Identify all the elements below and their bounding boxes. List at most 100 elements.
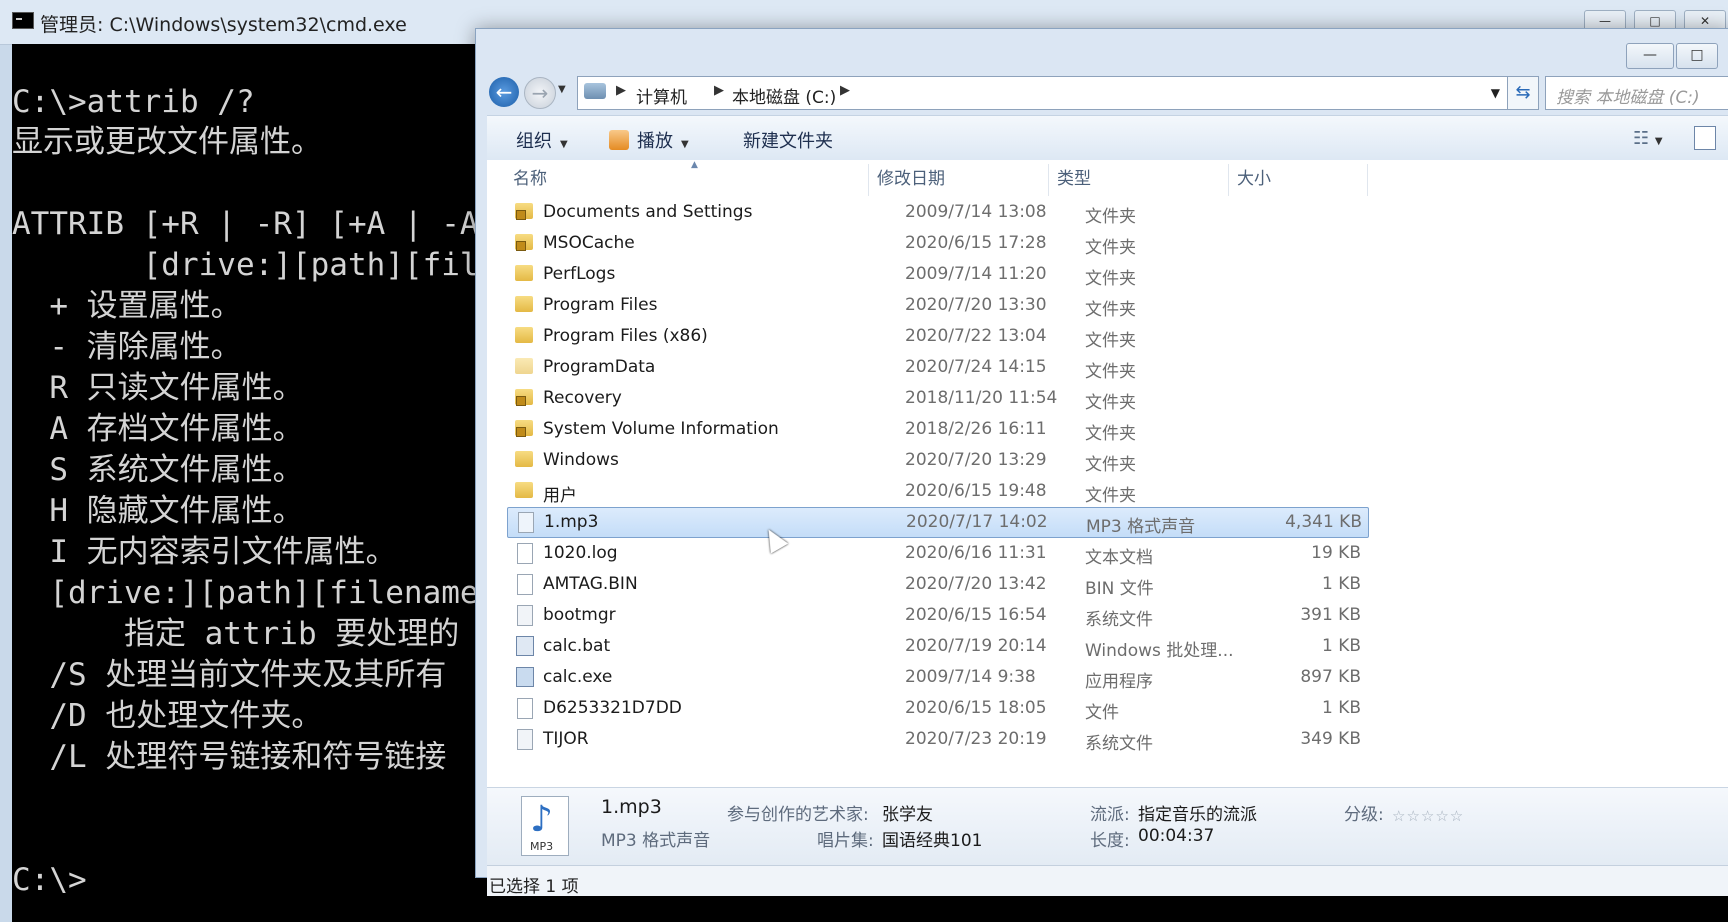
file-type: 文件夹 (1085, 424, 1136, 444)
file-date: 2009/7/14 11:20 (905, 264, 1047, 284)
file-name: bootmgr (543, 605, 616, 625)
file-row-selected[interactable]: 1.mp3 2020/7/17 14:02 MP3 格式声音 4,341 KB (507, 507, 1369, 538)
status-text: 已选择 1 项 (489, 877, 579, 897)
column-header-size[interactable]: 大小 (1237, 164, 1271, 194)
file-row[interactable]: Recovery 2018/11/20 11:54 文件夹 (507, 384, 1367, 413)
file-date: 2020/6/15 17:28 (905, 233, 1047, 253)
column-header-type[interactable]: 类型 (1057, 164, 1091, 194)
folder-icon (515, 327, 533, 343)
chevron-down-icon: ▼ (560, 139, 568, 150)
file-type: MP3 格式声音 (1086, 517, 1196, 537)
organize-button[interactable]: 组织 ▼ (516, 127, 568, 153)
cmd-line: ATTRIB [+R | -R] [+A | -A (12, 206, 479, 242)
details-artist-label: 参与创作的艺术家: (727, 805, 869, 825)
file-type: 文件 (1085, 703, 1119, 723)
file-row[interactable]: 1020.log 2020/6/16 11:31 文本文档 19 KB (507, 539, 1367, 568)
text-file-icon (517, 543, 533, 564)
recent-pages-chevron-icon[interactable]: ▼ (558, 84, 566, 95)
preview-pane-icon[interactable] (1694, 126, 1716, 150)
file-row[interactable]: ProgramData 2020/7/24 14:15 文件夹 (507, 353, 1367, 382)
breadcrumb-computer[interactable]: 计算机 (636, 83, 687, 108)
breadcrumb-chevron-icon[interactable]: ▶ (840, 83, 850, 98)
explorer-window[interactable]: — □ ← → ▼ ▶ 计算机 ▶ 本地磁盘 (C:) ▶ ▼ ⇆ 搜索 本地磁… (475, 28, 1728, 897)
file-date: 2020/6/15 18:05 (905, 698, 1047, 718)
folder-icon (515, 296, 533, 312)
new-folder-button[interactable]: 新建文件夹 (743, 127, 833, 153)
file-row[interactable]: AMTAG.BIN 2020/7/20 13:42 BIN 文件 1 KB (507, 570, 1367, 599)
file-size: 1 KB (1321, 636, 1361, 656)
details-filename: 1.mp3 (601, 796, 662, 818)
cmd-line: /D 也处理文件夹。 (12, 698, 323, 734)
file-row[interactable]: D6253321D7DD 2020/6/15 18:05 文件 1 KB (507, 694, 1367, 723)
system-file-icon (517, 729, 533, 750)
explorer-maximize-button[interactable]: □ (1676, 43, 1718, 69)
folder-lock-icon (515, 203, 533, 220)
column-divider[interactable] (1228, 164, 1229, 196)
address-dropdown-icon[interactable]: ▼ (1491, 86, 1500, 100)
details-album[interactable]: 国语经典101 (882, 826, 982, 851)
file-row[interactable]: Program Files (x86) 2020/7/22 13:04 文件夹 (507, 322, 1367, 351)
back-arrow-icon[interactable]: ← (489, 77, 519, 107)
file-size: 1 KB (1321, 574, 1361, 594)
file-date: 2020/7/20 13:29 (905, 450, 1047, 470)
column-divider[interactable] (1048, 164, 1049, 196)
play-button[interactable]: 播放 ▼ (609, 127, 689, 153)
file-row[interactable]: bootmgr 2020/6/15 16:54 系统文件 391 KB (507, 601, 1367, 630)
file-row[interactable]: MSOCache 2020/6/15 17:28 文件夹 (507, 229, 1367, 258)
command-bar: 组织 ▼ 播放 ▼ 新建文件夹 ☷ ▼ (487, 115, 1728, 161)
file-type: 系统文件 (1085, 610, 1153, 630)
file-name: 1.mp3 (544, 512, 599, 532)
details-artist[interactable]: 张学友 (882, 800, 933, 825)
file-row[interactable]: 用户 2020/6/15 19:48 文件夹 (507, 477, 1367, 506)
details-rating-label: 分级: (1344, 805, 1384, 825)
play-label: 播放 (637, 131, 673, 152)
details-filetype: MP3 格式声音 (601, 831, 711, 851)
file-size: 391 KB (1300, 605, 1361, 625)
file-row[interactable]: calc.bat 2020/7/19 20:14 Windows 批处理... 1 K… (507, 632, 1367, 661)
system-file-icon (517, 605, 533, 626)
view-options-icon[interactable]: ☷ ▼ (1633, 128, 1663, 149)
cmd-line: 显示或更改文件属性。 (12, 124, 322, 160)
file-row[interactable]: Documents and Settings 2009/7/14 13:08 文件夹 (507, 198, 1367, 227)
search-input[interactable]: 搜索 本地磁盘 (C:) (1545, 76, 1728, 110)
breadcrumb-chevron-icon[interactable]: ▶ (714, 83, 724, 98)
file-row[interactable]: calc.exe 2009/7/14 9:38 应用程序 897 KB (507, 663, 1367, 692)
play-icon (609, 130, 629, 150)
cmd-line: I 无内容索引文件属性。 (12, 534, 397, 570)
file-type: 文件夹 (1085, 207, 1136, 227)
file-name: System Volume Information (543, 419, 779, 439)
file-size: 897 KB (1300, 667, 1361, 687)
cmd-line: /L 处理符号链接和符号链接 (12, 739, 447, 775)
breadcrumb-local-disk[interactable]: 本地磁盘 (C:) (732, 83, 836, 108)
mp3-file-icon: ♪ MP3 (521, 796, 569, 856)
breadcrumb-chevron-icon[interactable]: ▶ (616, 83, 626, 98)
cmd-line: [drive:][path][file (12, 247, 498, 283)
file-name: PerfLogs (543, 264, 616, 284)
file-name: 1020.log (543, 543, 618, 563)
address-row: ← → ▼ ▶ 计算机 ▶ 本地磁盘 (C:) ▶ ▼ ⇆ 搜索 本地磁盘 (C… (487, 72, 1728, 112)
refresh-icon[interactable]: ⇆ (1507, 76, 1539, 110)
file-row[interactable]: TIJOR 2020/7/23 20:19 系统文件 349 KB (507, 725, 1367, 754)
audio-file-icon (518, 512, 534, 533)
file-row[interactable]: PerfLogs 2009/7/14 11:20 文件夹 (507, 260, 1367, 289)
file-type: 文件夹 (1085, 455, 1136, 475)
cmd-line: A 存档文件属性。 (12, 411, 304, 447)
column-header-name[interactable]: 名称 (513, 164, 547, 194)
file-name: calc.bat (543, 636, 611, 656)
file-type: 文件夹 (1085, 238, 1136, 258)
column-divider[interactable] (868, 164, 869, 196)
cmd-line: S 系统文件属性。 (12, 452, 304, 488)
file-list[interactable]: 名称 ▲ 修改日期 类型 大小 Documents and Settings 20… (487, 160, 1728, 787)
file-row[interactable]: System Volume Information 2018/2/26 16:11… (507, 415, 1367, 444)
cmd-window-title: 管理员: C:\Windows\system32\cmd.exe (40, 14, 407, 36)
details-genre[interactable]: 指定音乐的流派 (1138, 800, 1257, 825)
column-divider[interactable] (1367, 164, 1368, 196)
file-row[interactable]: Program Files 2020/7/20 13:30 文件夹 (507, 291, 1367, 320)
column-header-date[interactable]: 修改日期 (877, 164, 945, 194)
forward-arrow-icon[interactable]: → (524, 77, 556, 109)
file-row[interactable]: Windows 2020/7/20 13:29 文件夹 (507, 446, 1367, 475)
explorer-minimize-button[interactable]: — (1626, 43, 1674, 69)
rating-stars[interactable]: ☆☆☆☆☆ (1392, 807, 1464, 825)
file-name: Documents and Settings (543, 202, 753, 222)
address-bar[interactable]: ▶ 计算机 ▶ 本地磁盘 (C:) ▶ ▼ (577, 76, 1509, 110)
